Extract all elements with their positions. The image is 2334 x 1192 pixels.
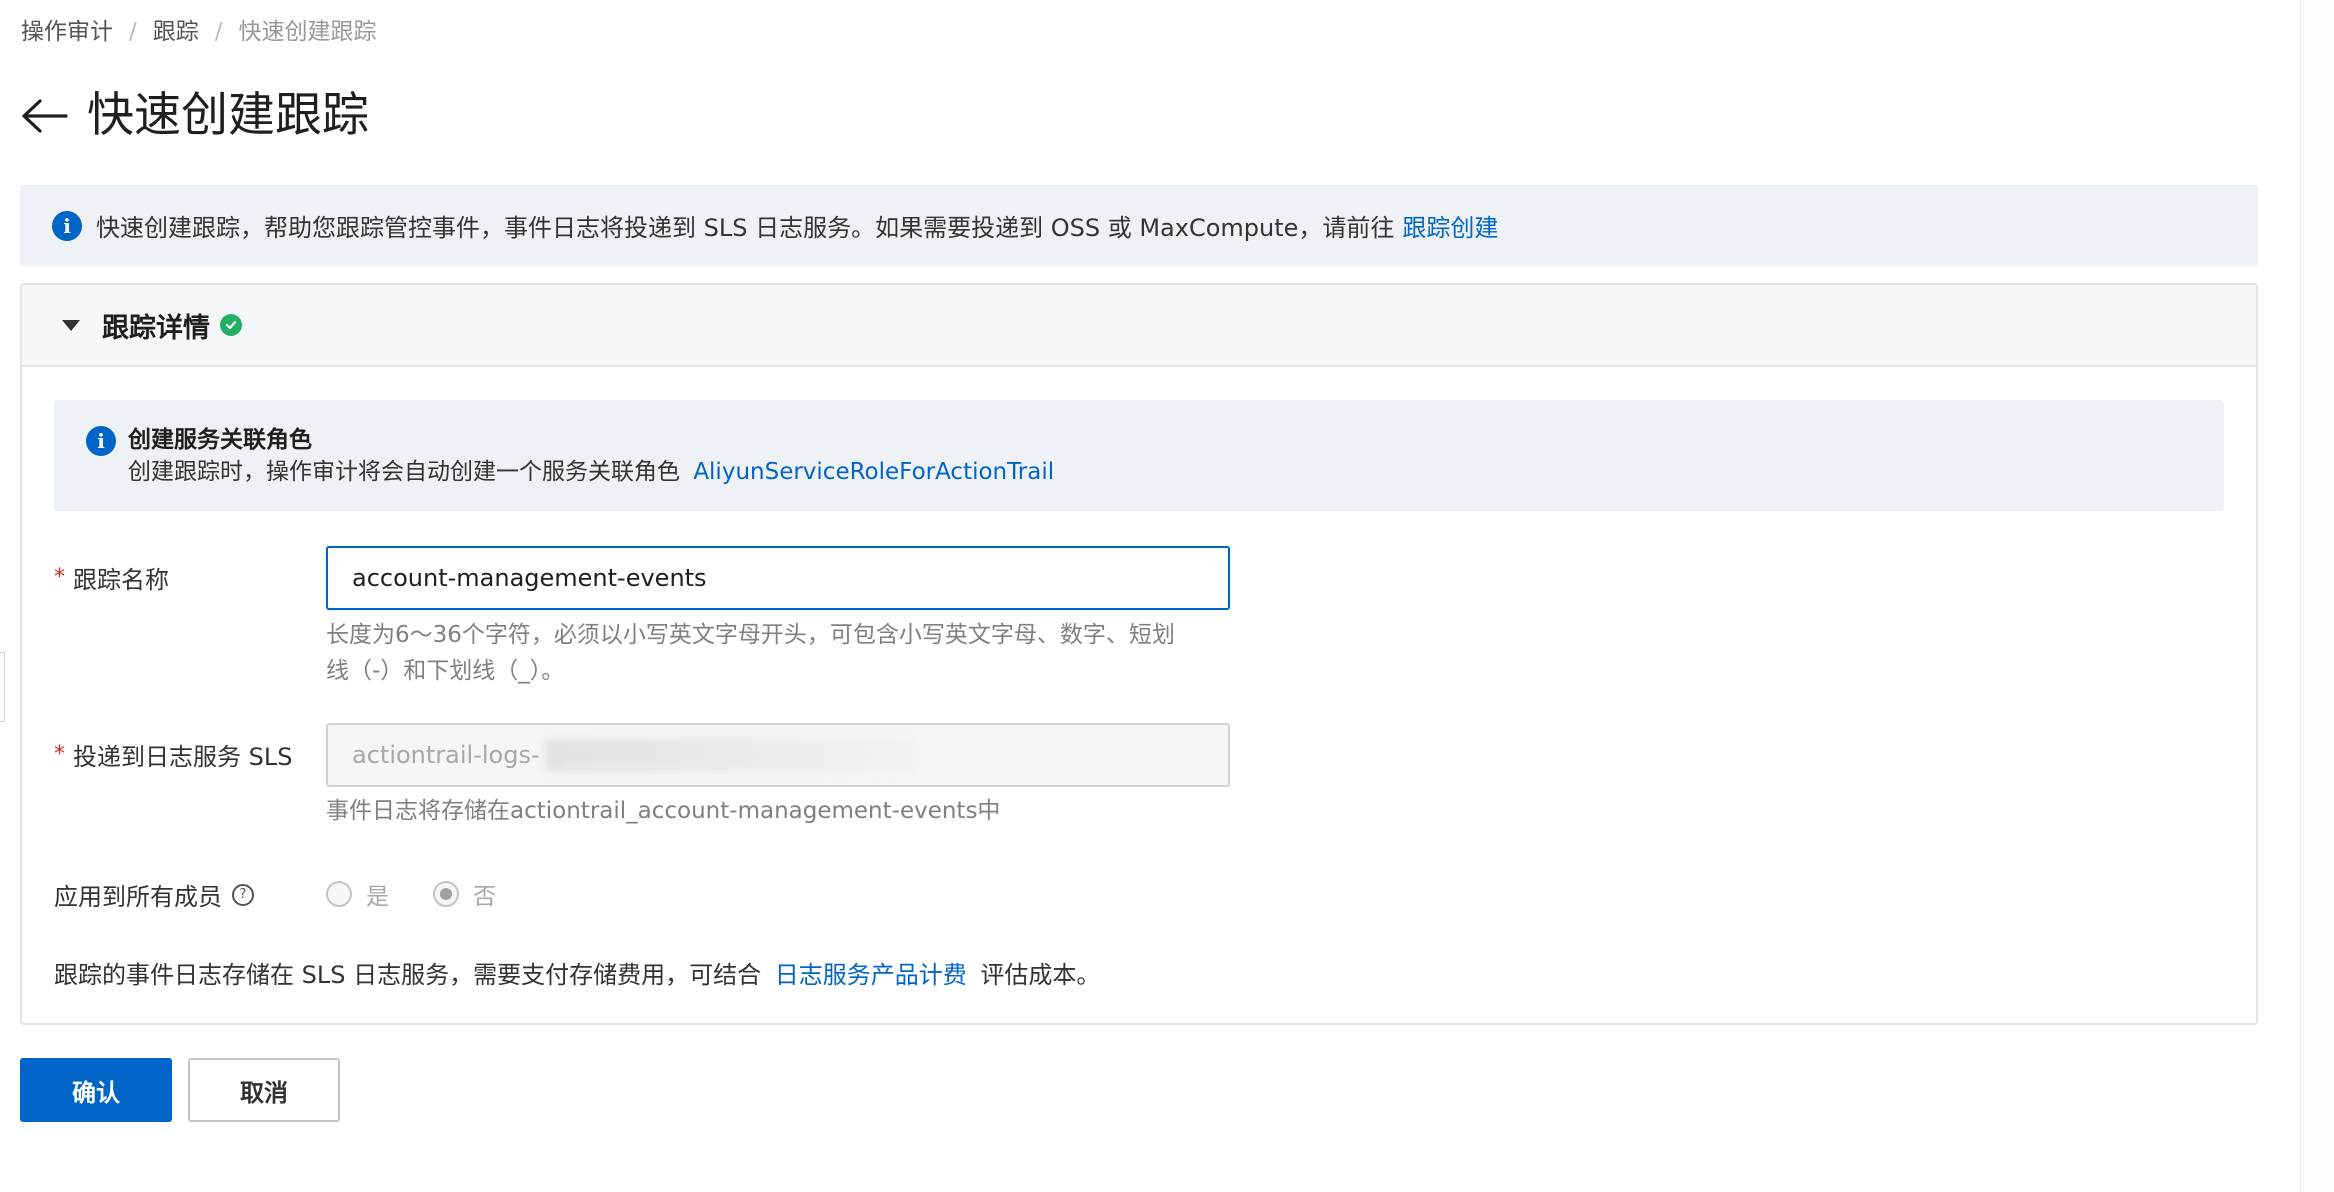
sls-target-help: 事件日志将存储在actiontrail_account-management-e…: [326, 798, 1001, 824]
service-role-description: 创建跟踪时，操作审计将会自动创建一个服务关联角色: [128, 459, 680, 485]
left-edge-handle[interactable]: [0, 652, 5, 722]
right-edge-scrollbar[interactable]: [2300, 0, 2334, 1192]
redacted-region: [544, 738, 914, 772]
apply-all-members-label: 应用到所有成员 ?: [54, 877, 254, 912]
trail-details-header[interactable]: 跟踪详情: [22, 285, 2256, 367]
cost-note: 跟踪的事件日志存储在 SLS 日志服务，需要支付存储费用，可结合 日志服务产品计…: [54, 955, 1100, 990]
required-mark: *: [54, 742, 65, 767]
radio-option-no[interactable]: 否: [433, 877, 496, 911]
service-role-notice-title: 创建服务关联角色: [128, 427, 312, 453]
caret-down-icon: [62, 319, 80, 331]
cost-note-text-end: 评估成本。: [980, 961, 1101, 989]
page-title: 快速创建跟踪: [87, 88, 369, 143]
service-role-link[interactable]: AliyunServiceRoleForActionTrail: [693, 459, 1054, 485]
service-role-notice: i 创建服务关联角色 创建跟踪时，操作审计将会自动创建一个服务关联角色 Aliy…: [54, 400, 2224, 511]
breadcrumb-item-trails[interactable]: 跟踪: [153, 14, 199, 50]
arrow-left-icon[interactable]: [21, 92, 69, 140]
confirm-button[interactable]: 确认: [20, 1058, 172, 1122]
info-icon: i: [86, 426, 116, 456]
trail-name-help: 长度为6～36个字符，必须以小写英文字母开头，可包含小写英文字母、数字、短划 线…: [326, 617, 1175, 689]
card-title: 跟踪详情: [102, 312, 210, 344]
radio-button-selected[interactable]: [433, 881, 459, 907]
info-icon: i: [52, 210, 82, 241]
cancel-button[interactable]: 取消: [188, 1058, 340, 1122]
breadcrumb: 操作审计 / 跟踪 / 快速创建跟踪: [21, 14, 377, 50]
radio-label-no: 否: [473, 884, 496, 910]
sls-target-label-text: 投递到日志服务 SLS: [73, 743, 293, 771]
breadcrumb-item-actiontrail[interactable]: 操作审计: [21, 14, 113, 50]
sls-target-label: * 投递到日志服务 SLS: [54, 737, 292, 772]
question-circle-icon[interactable]: ?: [232, 883, 254, 906]
trail-name-input[interactable]: [326, 546, 1230, 610]
radio-option-yes[interactable]: 是: [326, 877, 389, 911]
service-role-notice-body: 创建跟踪时，操作审计将会自动创建一个服务关联角色 AliyunServiceRo…: [128, 456, 1054, 488]
page-header: 快速创建跟踪: [21, 84, 369, 148]
radio-label-yes: 是: [366, 884, 389, 910]
radio-button[interactable]: [326, 881, 352, 907]
sls-pricing-link[interactable]: 日志服务产品计费: [775, 961, 967, 989]
trail-name-help-line-1: 长度为6～36个字符，必须以小写英文字母开头，可包含小写英文字母、数字、短划: [326, 622, 1175, 648]
trail-name-label: * 跟踪名称: [54, 560, 169, 595]
trail-create-link[interactable]: 跟踪创建: [1402, 208, 1498, 243]
trail-name-label-text: 跟踪名称: [73, 566, 169, 594]
info-notice: i 快速创建跟踪，帮助您跟踪管控事件，事件日志将投递到 SLS 日志服务。如果需…: [20, 185, 2258, 266]
breadcrumb-separator: /: [129, 19, 137, 45]
page: 操作审计 / 跟踪 / 快速创建跟踪 快速创建跟踪 i 快速创建跟踪，帮助您跟踪…: [0, 0, 2334, 1192]
cost-note-text: 跟踪的事件日志存储在 SLS 日志服务，需要支付存储费用，可结合: [54, 961, 762, 989]
trail-name-help-line-2: 线（-）和下划线（_）。: [326, 658, 565, 684]
check-circle-icon: [220, 314, 242, 336]
info-notice-text: 快速创建跟踪，帮助您跟踪管控事件，事件日志将投递到 SLS 日志服务。如果需要投…: [96, 214, 1395, 242]
trail-details-card: 跟踪详情 i 创建服务关联角色 创建跟踪时，操作审计将会自动创建一个服务关联角色…: [20, 283, 2258, 1025]
apply-all-members-radio-group: 是 否: [326, 877, 540, 911]
service-role-notice-text: 创建服务关联角色 创建跟踪时，操作审计将会自动创建一个服务关联角色 Aliyun…: [128, 424, 1054, 488]
breadcrumb-item-current: 快速创建跟踪: [238, 19, 377, 45]
apply-all-members-label-text: 应用到所有成员: [54, 883, 222, 911]
breadcrumb-separator: /: [214, 19, 223, 45]
radio-dot: [440, 888, 452, 900]
required-mark: *: [54, 565, 65, 590]
